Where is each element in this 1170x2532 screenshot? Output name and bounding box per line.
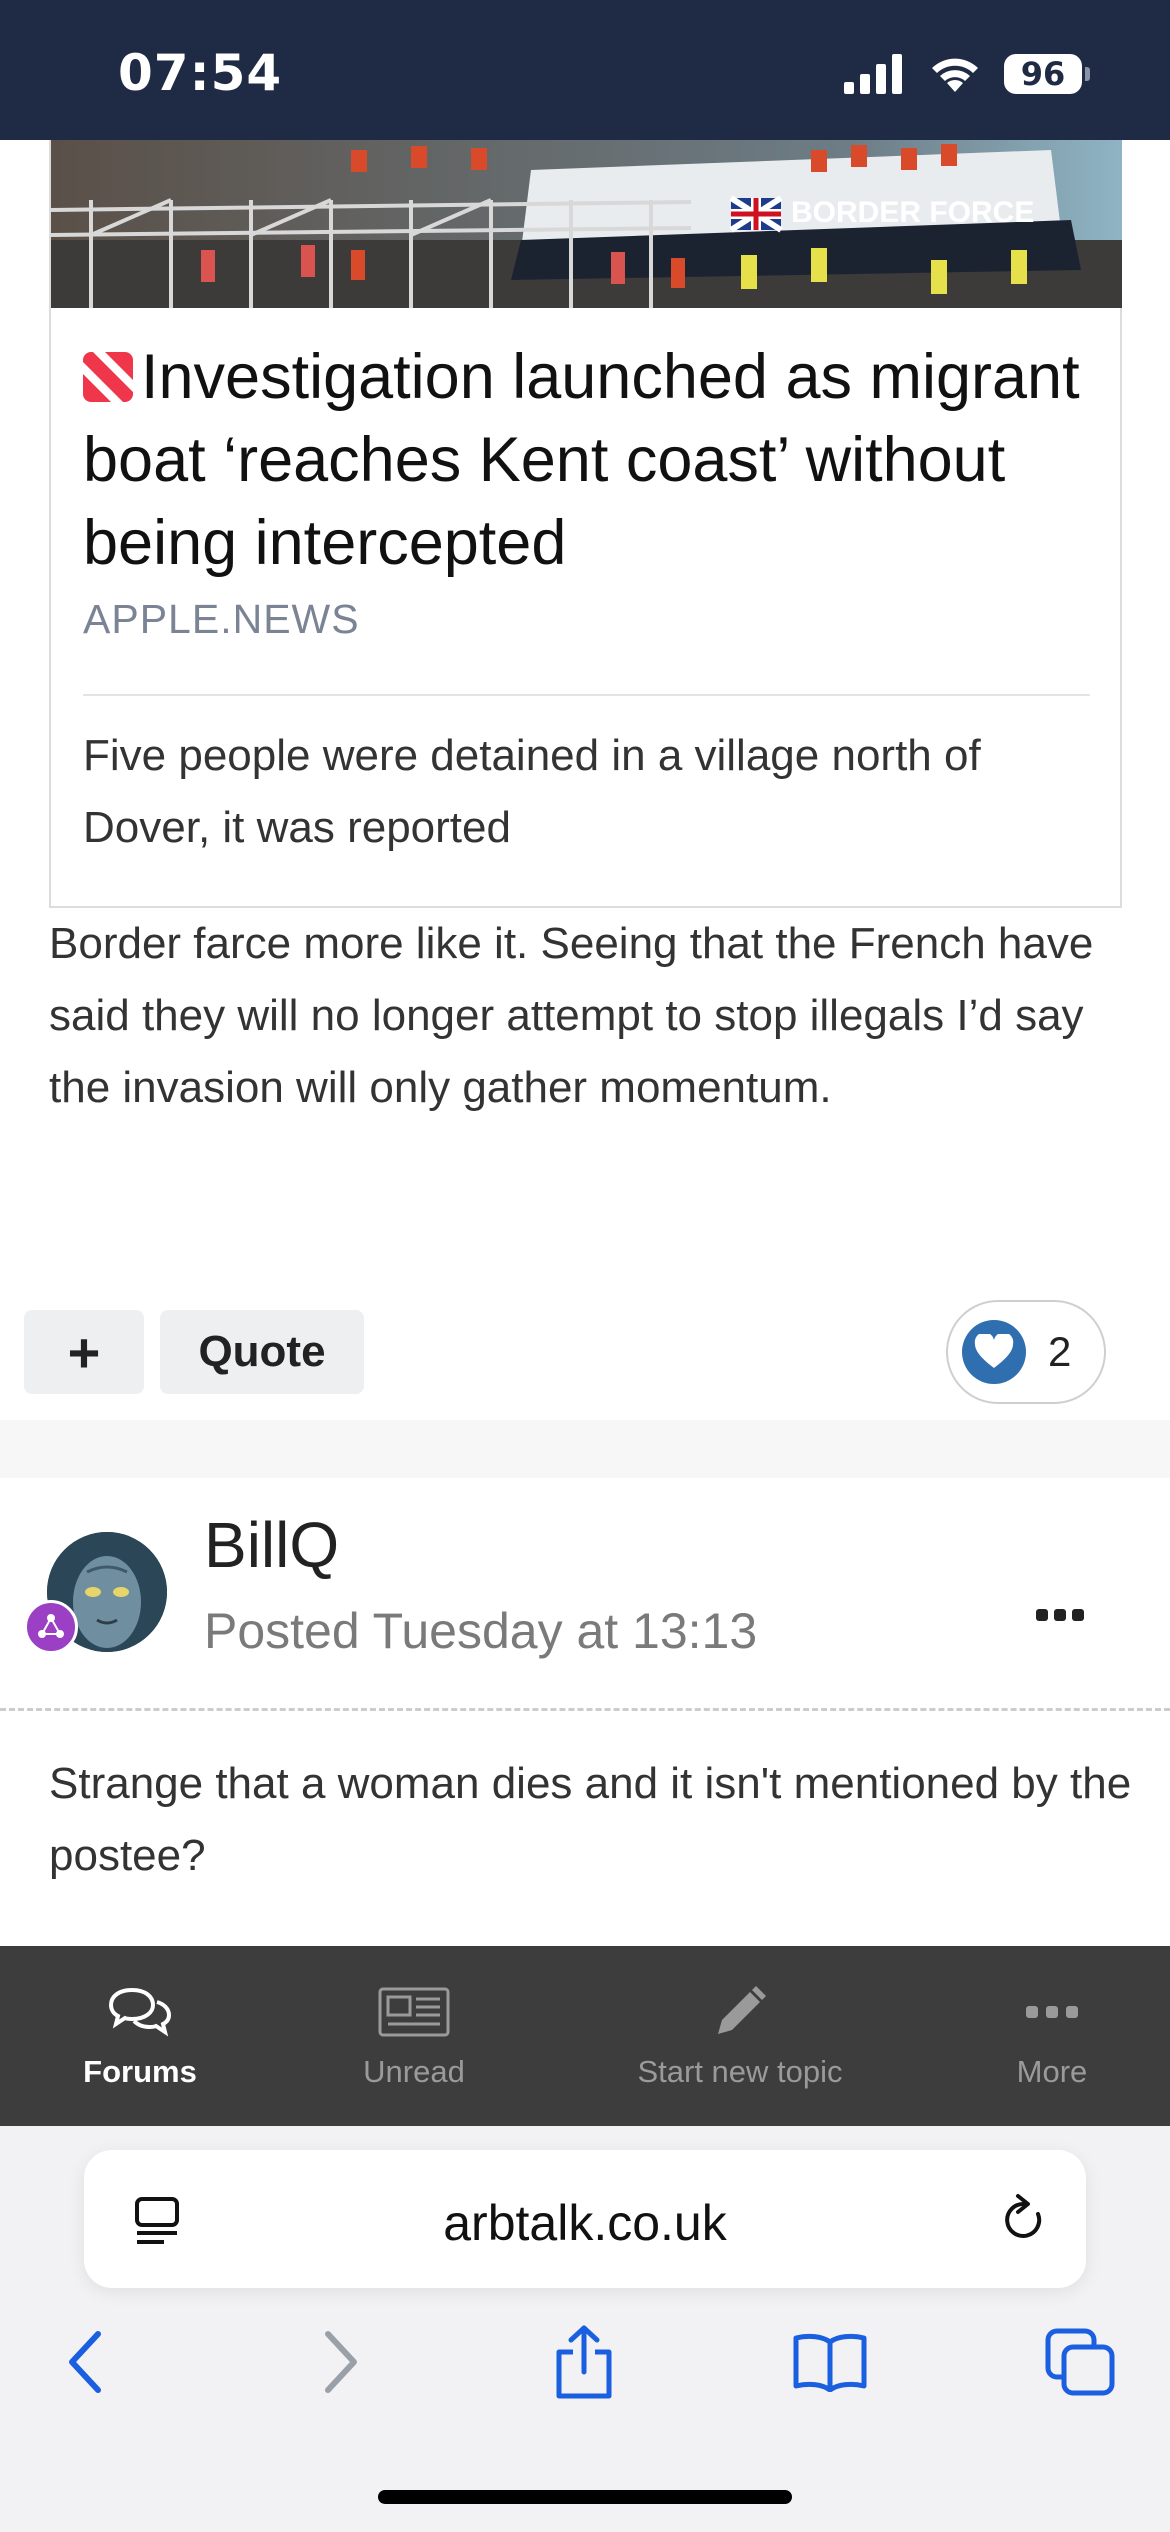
back-icon[interactable] <box>46 2322 126 2402</box>
post-body-2: Strange that a woman dies and it isn't m… <box>49 1759 1132 1880</box>
apple-news-logo-icon <box>83 352 133 402</box>
post-header-divider <box>0 1708 1170 1711</box>
chat-bubbles-icon <box>108 1982 172 2042</box>
nav-forums[interactable]: Forums <box>60 1946 220 2126</box>
reaction-button[interactable]: 2 <box>946 1300 1106 1404</box>
article-title-text: Investigation launched as migrant boat ‘… <box>83 342 1080 578</box>
article-description: Five people were detained in a village n… <box>83 731 981 852</box>
post-body: Border farce more like it. Seeing that t… <box>49 919 1094 1112</box>
share-icon[interactable] <box>544 2322 624 2402</box>
browser-chrome: arbtalk.co.uk <box>0 2126 1170 2532</box>
nav-label: Forums <box>83 2054 197 2089</box>
nav-unread[interactable]: Unread <box>334 1946 494 2126</box>
home-indicator[interactable] <box>378 2490 792 2504</box>
nav-start-new-topic[interactable]: Start new topic <box>600 1946 880 2126</box>
post-options-icon[interactable] <box>1036 1600 1092 1630</box>
link-preview-card[interactable]: BORDER FORCE Investigation launched as m… <box>49 140 1122 908</box>
nav-label: Unread <box>363 2054 465 2089</box>
nav-more[interactable]: More <box>972 1946 1132 2126</box>
signal-icon <box>844 54 902 94</box>
author-name[interactable]: BillQ <box>204 1508 339 1582</box>
member-badge-icon <box>24 1600 78 1654</box>
quote-button[interactable]: Quote <box>160 1310 364 1394</box>
url-text: arbtalk.co.uk <box>443 2195 727 2251</box>
nav-label: Start new topic <box>637 2054 843 2089</box>
heart-icon <box>962 1320 1026 1384</box>
status-time: 07:54 <box>118 44 283 102</box>
image-text: BORDER FORCE <box>791 196 1034 229</box>
article-image: BORDER FORCE <box>51 140 1122 308</box>
article-source: APPLE.NEWS <box>83 596 360 642</box>
pencil-icon <box>712 1982 768 2042</box>
wifi-icon <box>932 58 978 92</box>
post-separator <box>0 1420 1170 1478</box>
ellipsis-icon <box>1026 1982 1078 2042</box>
post-date: Posted Tuesday at 13:13 <box>204 1603 758 1659</box>
bookmarks-icon[interactable] <box>790 2322 870 2402</box>
reaction-count: 2 <box>1048 1328 1072 1375</box>
address-bar[interactable]: arbtalk.co.uk <box>84 2150 1086 2288</box>
tabs-icon[interactable] <box>1040 2322 1120 2402</box>
status-bar: 07:54 96 <box>0 0 1170 140</box>
nav-label: More <box>1016 2054 1088 2089</box>
article-title[interactable]: Investigation launched as migrant boat ‘… <box>83 336 1093 585</box>
status-icons: 96 <box>844 54 1090 94</box>
card-divider <box>83 694 1090 696</box>
newspaper-icon <box>378 1982 450 2042</box>
reload-icon[interactable] <box>1000 2192 1048 2246</box>
forum-bottom-nav: Forums Unread Start new topic More <box>0 1946 1170 2126</box>
battery-icon: 96 <box>1004 54 1090 94</box>
battery-level: 96 <box>1004 54 1082 94</box>
multiquote-button[interactable]: + <box>24 1310 144 1394</box>
forward-icon[interactable] <box>300 2322 380 2402</box>
